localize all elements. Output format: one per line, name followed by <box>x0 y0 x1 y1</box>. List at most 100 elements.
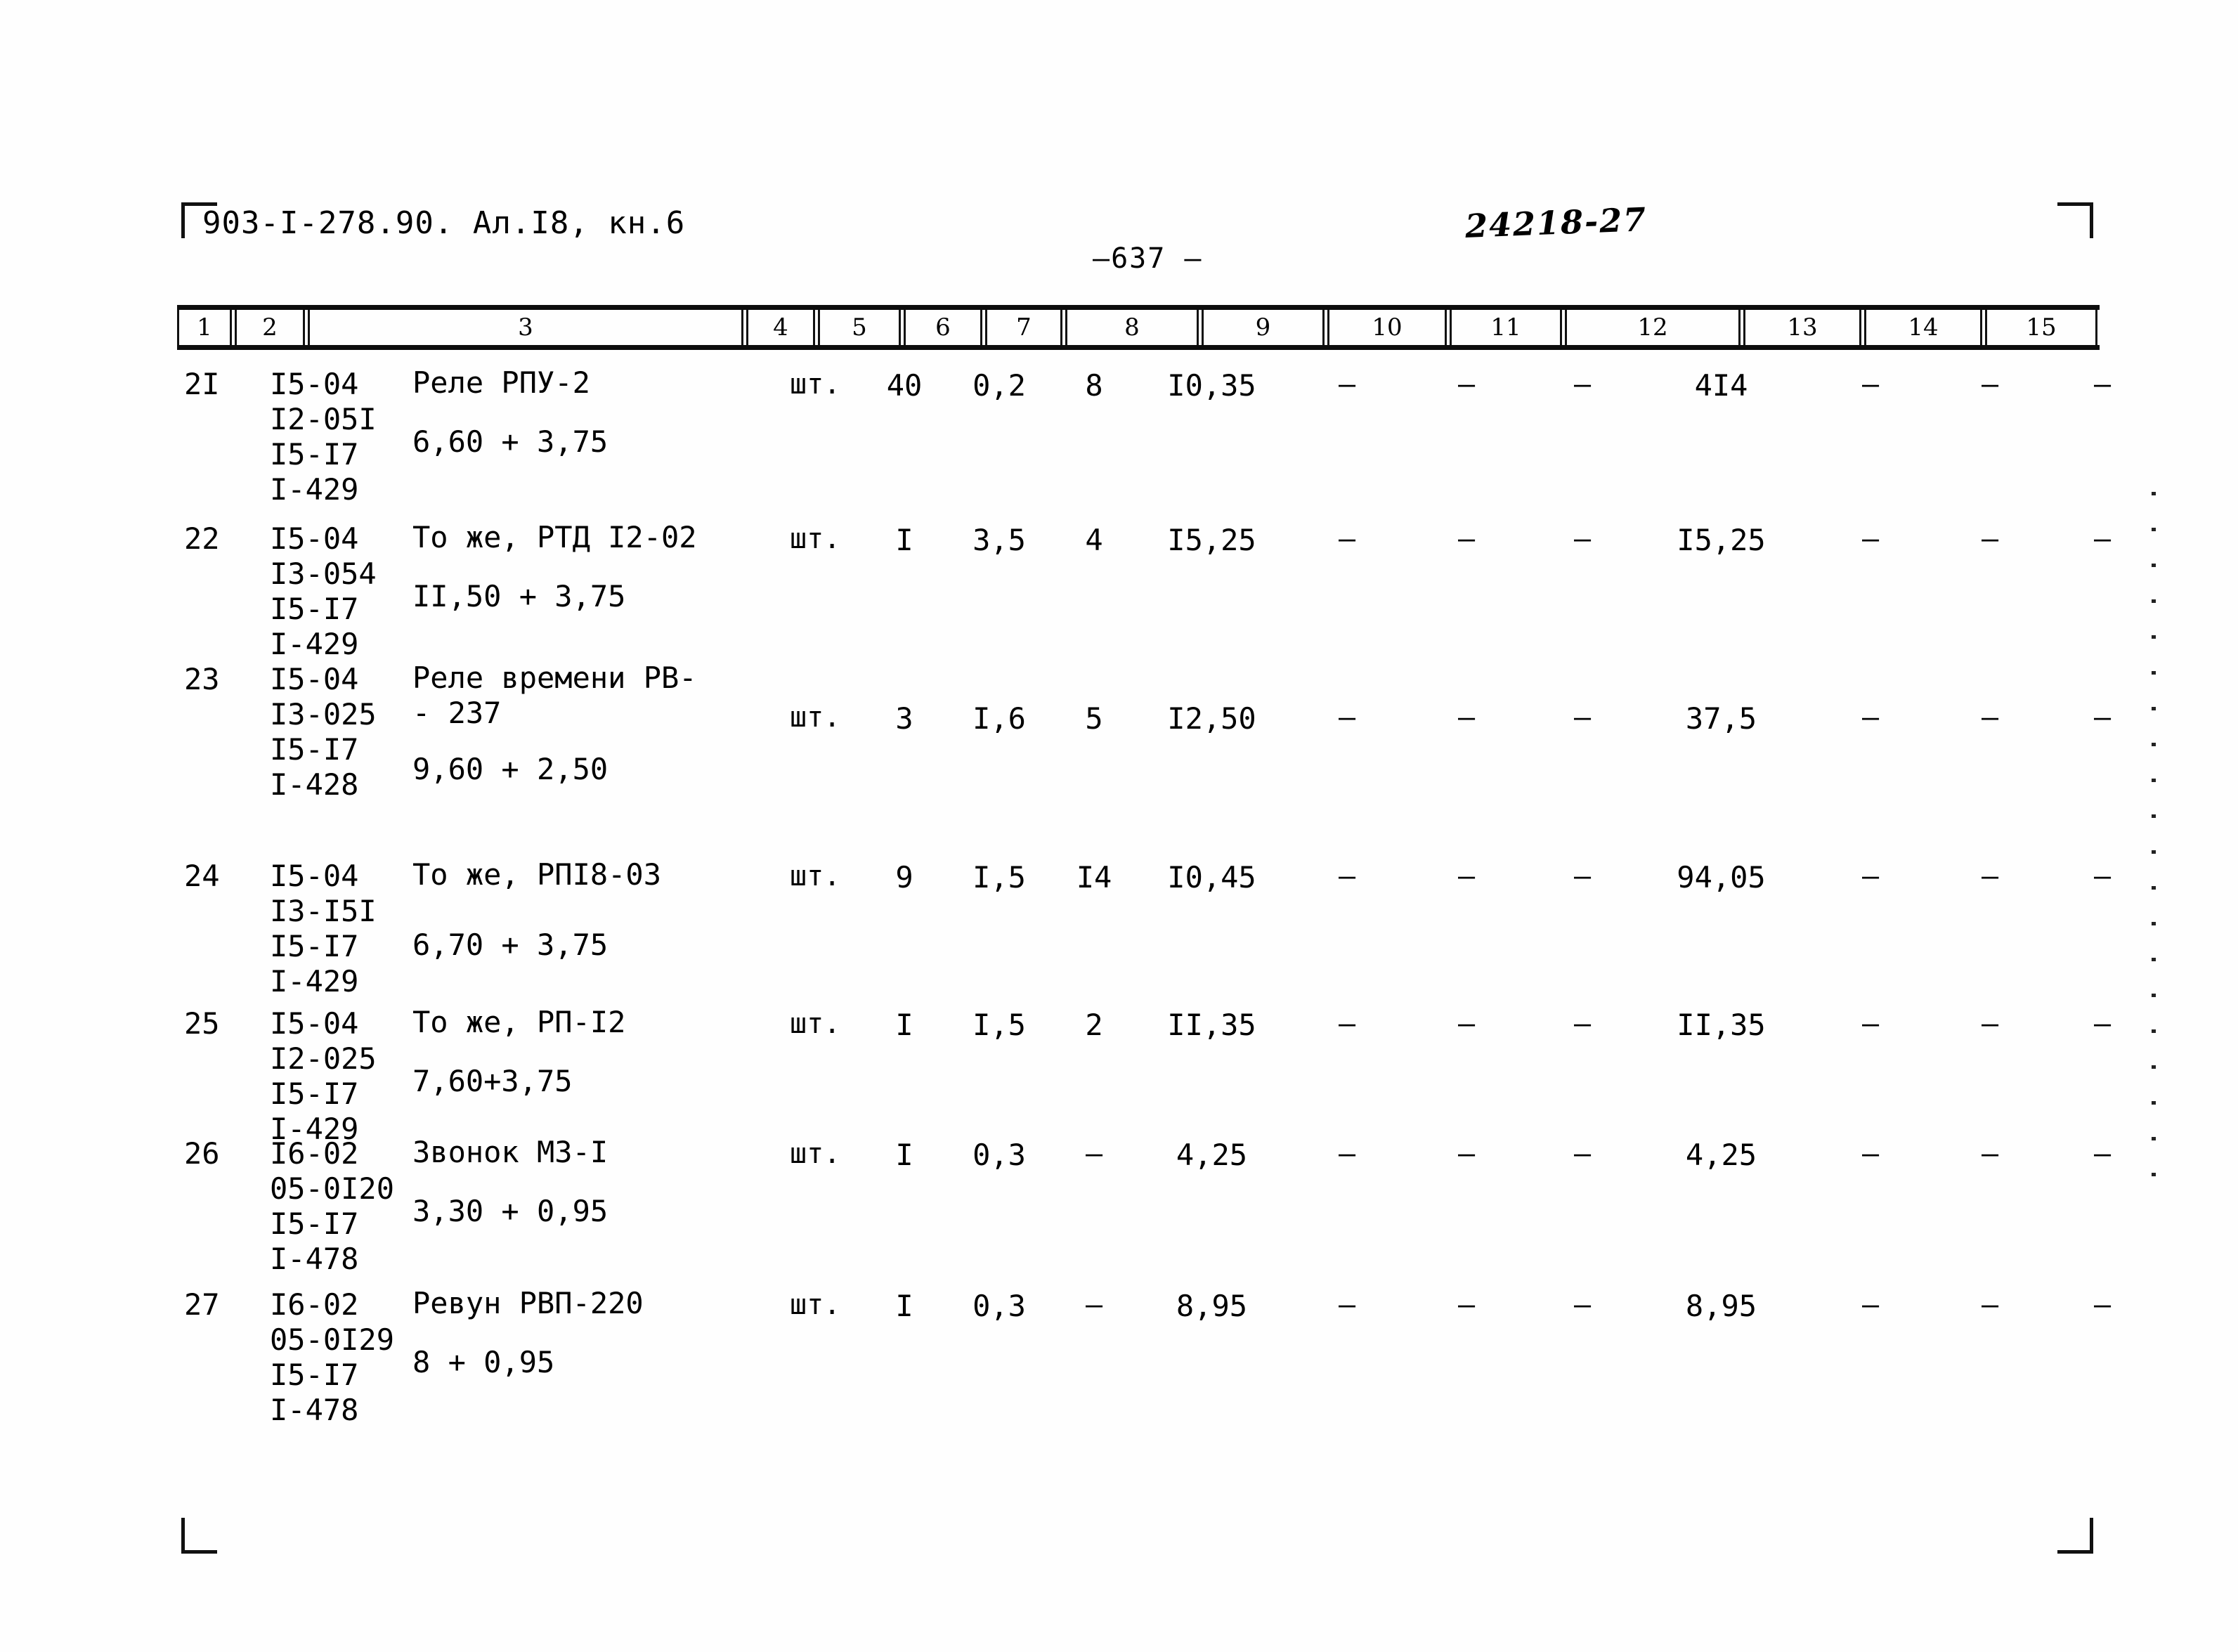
cell-col-5: 3 <box>895 701 913 736</box>
unit-of-measure: шт. <box>790 368 841 401</box>
cell-col-10: — <box>1457 1138 1476 1170</box>
price-formula: 9,60 + 2,50 <box>412 752 609 786</box>
item-name: То же, РП-I2 <box>412 1005 626 1039</box>
column-header-10: 10 <box>1327 310 1447 345</box>
item-name: Реле времени РВ- - 237 <box>412 661 697 730</box>
cell-col-7: — <box>1085 1138 1103 1170</box>
cell-col-9: — <box>1338 860 1356 892</box>
cell-col-8: 8,95 <box>1176 1289 1248 1323</box>
column-header-7: 7 <box>985 310 1062 345</box>
cell-col-15: — <box>2093 860 2112 892</box>
cell-col-13: — <box>1861 1138 1880 1170</box>
column-header-1: 1 <box>177 310 232 345</box>
cell-col-12: I5,25 <box>1677 523 1766 557</box>
cell-col-11: — <box>1573 368 1592 401</box>
cell-col-7: I4 <box>1076 860 1112 895</box>
cell-col-14: — <box>1981 523 1999 555</box>
cell-col-10: — <box>1457 1008 1476 1040</box>
cell-col-15: — <box>2093 368 2112 401</box>
price-formula: 8 + 0,95 <box>412 1345 555 1379</box>
cell-col-11: — <box>1573 701 1592 734</box>
cell-col-14: — <box>1981 368 1999 401</box>
item-name: То же, РТД I2-02 <box>412 520 697 554</box>
norm-codes: I5-04 I3-I5I I5-I7 I-429 <box>270 859 377 999</box>
column-header-3: 3 <box>308 310 743 345</box>
item-name: То же, РПI8-03 <box>412 857 662 892</box>
norm-codes: I5-04 I2-05I I5-I7 I-429 <box>270 367 377 507</box>
item-name: Ревун РВП-220 <box>412 1286 644 1320</box>
cell-col-15: — <box>2093 1138 2112 1170</box>
crop-mark-bottom-left <box>181 1518 217 1554</box>
cell-col-14: — <box>1981 860 1999 892</box>
cell-col-10: — <box>1457 368 1476 401</box>
column-header-4: 4 <box>746 310 815 345</box>
cell-col-6: 3,5 <box>972 523 1026 557</box>
cell-col-11: — <box>1573 523 1592 555</box>
price-formula: 3,30 + 0,95 <box>412 1194 609 1228</box>
cell-col-5: I <box>895 1008 913 1042</box>
cell-col-13: — <box>1861 523 1880 555</box>
column-header-6: 6 <box>904 310 982 345</box>
cell-col-6: I,6 <box>972 701 1026 736</box>
row-number: 24 <box>184 859 220 893</box>
cell-col-7: — <box>1085 1289 1103 1321</box>
document-code: 903-I-278.90. Ал.I8, кн.6 <box>202 205 686 241</box>
norm-codes: I5-04 I3-054 I5-I7 I-429 <box>270 521 377 661</box>
cell-col-8: I5,25 <box>1167 523 1256 557</box>
column-header-2: 2 <box>235 310 305 345</box>
cell-col-13: — <box>1861 701 1880 734</box>
cell-col-5: 40 <box>886 368 923 403</box>
cell-col-9: — <box>1338 1138 1356 1170</box>
unit-of-measure: шт. <box>790 1289 841 1321</box>
cell-col-11: — <box>1573 860 1592 892</box>
item-name: Реле РПУ-2 <box>412 365 590 400</box>
cell-col-14: — <box>1981 1289 1999 1321</box>
cell-col-7: 5 <box>1085 701 1103 736</box>
cell-col-8: I0,45 <box>1167 860 1256 895</box>
cell-col-13: — <box>1861 1289 1880 1321</box>
cell-col-14: — <box>1981 1138 1999 1170</box>
row-number: 27 <box>184 1287 220 1322</box>
crop-mark-bottom-right <box>2057 1518 2093 1554</box>
cell-col-10: — <box>1457 701 1476 734</box>
column-header-8: 8 <box>1065 310 1199 345</box>
cell-col-13: — <box>1861 368 1880 401</box>
norm-codes: I6-02 05-0I29 I5-I7 I-478 <box>270 1287 395 1427</box>
price-formula: II,50 + 3,75 <box>412 579 626 613</box>
scan-edge-artifacts <box>2152 492 2157 1209</box>
item-name: Звонок МЗ-I <box>412 1135 609 1169</box>
cell-col-9: — <box>1338 523 1356 555</box>
cell-col-6: 0,2 <box>972 368 1026 403</box>
cell-col-11: — <box>1573 1008 1592 1040</box>
cell-col-7: 8 <box>1085 368 1103 403</box>
cell-col-10: — <box>1457 523 1476 555</box>
column-header-15: 15 <box>1985 310 2097 345</box>
unit-of-measure: шт. <box>790 1008 841 1040</box>
cell-col-7: 2 <box>1085 1008 1103 1042</box>
price-formula: 7,60+3,75 <box>412 1064 573 1098</box>
cell-col-12: 94,05 <box>1677 860 1766 895</box>
unit-of-measure: шт. <box>790 860 841 892</box>
handwritten-archive-number: 24218-27 <box>1464 200 1648 245</box>
cell-col-13: — <box>1861 1008 1880 1040</box>
unit-of-measure: шт. <box>790 701 841 734</box>
cell-col-8: II,35 <box>1167 1008 1256 1042</box>
scanned-page: 903-I-278.90. Ал.I8, кн.6 —637 — 24218-2… <box>0 0 2238 1652</box>
cell-col-6: 0,3 <box>972 1138 1026 1172</box>
cell-col-15: — <box>2093 701 2112 734</box>
cell-col-11: — <box>1573 1289 1592 1321</box>
crop-mark-top-right <box>2057 202 2093 238</box>
cell-col-5: I <box>895 523 913 557</box>
cell-col-8: I0,35 <box>1167 368 1256 403</box>
cell-col-5: 9 <box>895 860 913 895</box>
cell-col-8: I2,50 <box>1167 701 1256 736</box>
cell-col-10: — <box>1457 860 1476 892</box>
column-header-12: 12 <box>1565 310 1741 345</box>
unit-of-measure: шт. <box>790 523 841 555</box>
row-number: 25 <box>184 1006 220 1041</box>
page-number: —637 — <box>1093 242 1203 275</box>
cell-col-14: — <box>1981 701 1999 734</box>
norm-codes: I5-04 I2-025 I5-I7 I-429 <box>270 1006 377 1146</box>
price-formula: 6,70 + 3,75 <box>412 928 609 962</box>
cell-col-8: 4,25 <box>1176 1138 1248 1172</box>
